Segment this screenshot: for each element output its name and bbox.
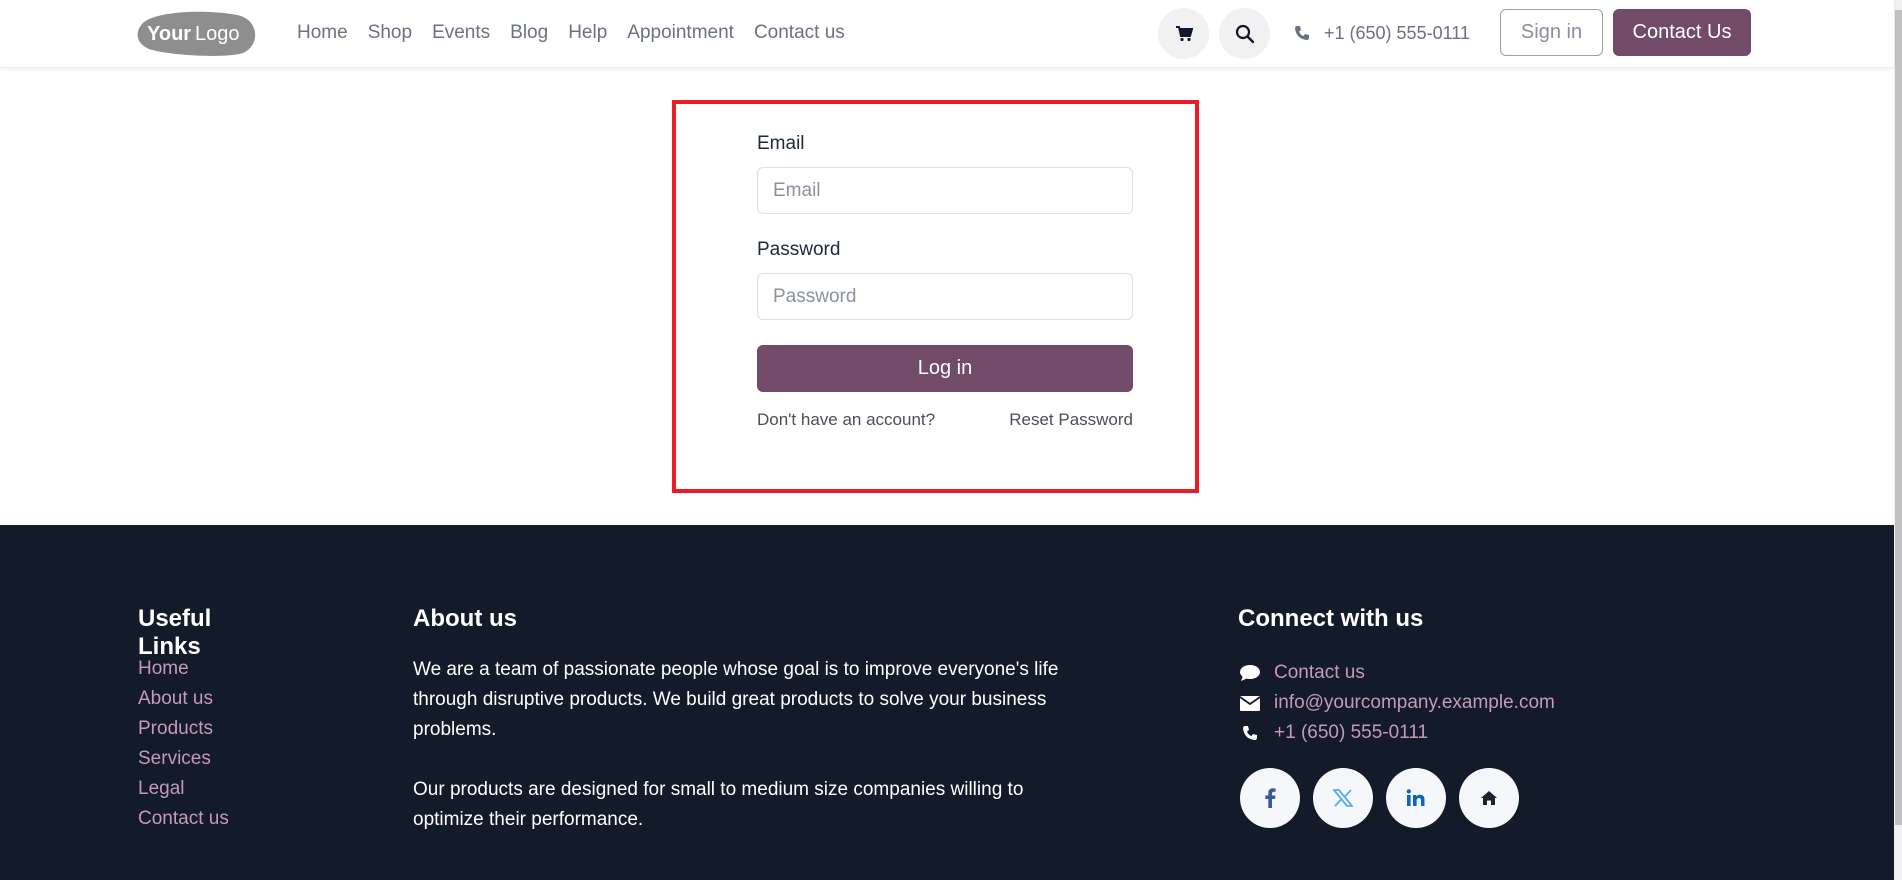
page-scrollbar[interactable] <box>1894 0 1902 880</box>
cart-icon <box>1175 25 1193 41</box>
form-links: Don't have an account? Reset Password <box>757 410 1133 430</box>
connect-email-link[interactable]: info@yourcompany.example.com <box>1274 692 1555 714</box>
cart-button[interactable] <box>1158 8 1209 59</box>
email-input[interactable] <box>757 167 1133 214</box>
nav-link-shop[interactable]: Shop <box>368 22 412 44</box>
log-in-button[interactable]: Log in <box>757 345 1133 392</box>
footer-link-products[interactable]: Products <box>138 718 213 739</box>
list-item: Products <box>138 718 229 748</box>
footer-link-services[interactable]: Services <box>138 748 211 769</box>
email-group: Email <box>757 133 1133 214</box>
reset-password-link[interactable]: Reset Password <box>1009 410 1133 430</box>
list-item: Contact us <box>1238 658 1555 688</box>
about-paragraph: We are a team of passionate people whose… <box>413 659 1059 740</box>
facebook-icon <box>1265 788 1276 808</box>
list-item: +1 (650) 555-0111 <box>1238 718 1555 748</box>
search-button[interactable] <box>1219 8 1270 59</box>
password-group: Password <box>757 239 1133 320</box>
navbar: Your Logo Home Shop Events Blog Help App… <box>0 0 1894 68</box>
sign-in-button[interactable]: Sign in <box>1500 9 1603 56</box>
nav-link-help[interactable]: Help <box>568 22 607 44</box>
about-paragraph: Our products are designed for small to m… <box>413 779 1024 830</box>
nav-link-contact-us[interactable]: Contact us <box>754 22 845 44</box>
nav-link-blog[interactable]: Blog <box>510 22 548 44</box>
logo-text-light: Logo <box>195 23 240 45</box>
email-label: Email <box>757 133 805 154</box>
home-icon <box>1481 791 1497 805</box>
logo-text-bold: Your <box>147 23 191 45</box>
footer-link-legal[interactable]: Legal <box>138 778 185 799</box>
list-item: Home <box>138 658 229 688</box>
x-twitter-button[interactable] <box>1313 768 1373 828</box>
linkedin-icon <box>1406 789 1425 806</box>
nav-phone-number: +1 (650) 555-0111 <box>1324 22 1470 43</box>
nav-link-home[interactable]: Home <box>297 22 348 44</box>
connect-contact-us-link[interactable]: Contact us <box>1274 662 1365 684</box>
footer: Useful Links Home About us Products Serv… <box>0 525 1894 880</box>
nav-link-events[interactable]: Events <box>432 22 490 44</box>
home-button[interactable] <box>1459 768 1519 828</box>
connect-title: Connect with us <box>1238 605 1424 632</box>
x-twitter-icon <box>1333 789 1353 807</box>
linkedin-button[interactable] <box>1386 768 1446 828</box>
facebook-button[interactable] <box>1240 768 1300 828</box>
scrollbar-thumb[interactable] <box>1895 10 1902 825</box>
comment-icon <box>1238 664 1262 682</box>
login-form: Email Password Log in Don't have an acco… <box>757 133 1133 430</box>
logo[interactable]: Your Logo <box>137 9 257 57</box>
main-nav: Home Shop Events Blog Help Appointment C… <box>297 0 865 66</box>
footer-link-contact-us[interactable]: Contact us <box>138 808 229 829</box>
list-item: About us <box>138 688 229 718</box>
nav-link-appointment[interactable]: Appointment <box>627 22 734 44</box>
footer-link-about-us[interactable]: About us <box>138 688 213 709</box>
password-input[interactable] <box>757 273 1133 320</box>
footer-link-home[interactable]: Home <box>138 658 189 679</box>
search-icon <box>1235 24 1254 43</box>
useful-links-list: Home About us Products Services Legal Co… <box>138 658 229 838</box>
phone-icon <box>1295 26 1309 40</box>
logo-icon: Your Logo <box>137 11 256 56</box>
about-title: About us <box>413 605 517 632</box>
signup-link[interactable]: Don't have an account? <box>757 410 935 430</box>
connect-list: Contact us info@yourcompany.example.com … <box>1238 658 1555 748</box>
phone-icon <box>1238 725 1262 741</box>
envelope-icon <box>1238 695 1262 711</box>
list-item: Contact us <box>138 808 229 838</box>
social-links <box>1240 768 1532 828</box>
useful-links-title: Useful Links <box>138 605 212 660</box>
list-item: info@yourcompany.example.com <box>1238 688 1555 718</box>
password-label: Password <box>757 239 841 260</box>
contact-us-button[interactable]: Contact Us <box>1613 9 1751 56</box>
connect-phone-link[interactable]: +1 (650) 555-0111 <box>1274 722 1428 744</box>
list-item: Legal <box>138 778 229 808</box>
list-item: Services <box>138 748 229 778</box>
nav-phone[interactable]: +1 (650) 555-0111 <box>1294 0 1470 66</box>
